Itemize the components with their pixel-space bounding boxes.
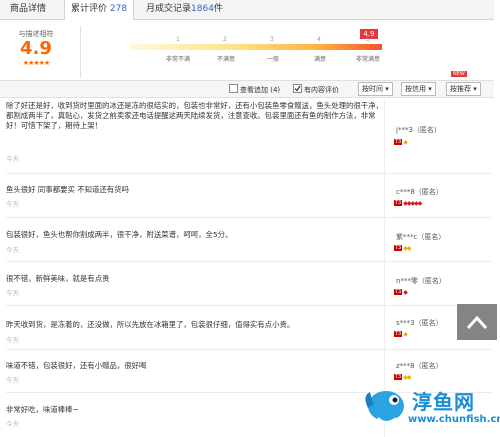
tick-5: 5 [366, 36, 370, 43]
diamond-icon: ◆◆◆◆◆ [403, 200, 422, 207]
tab-reviews[interactable]: 累计评价 278 [64, 0, 135, 20]
star-icons: ★★★★★ [22, 59, 50, 67]
sales-unit: 件 [213, 4, 223, 14]
reviewer-level: T3 ◆◆◆◆◆ [394, 198, 422, 207]
reviewer-level: T3 ◆ [394, 287, 408, 296]
tick-2: 2 [223, 36, 227, 43]
review-separator [6, 305, 492, 306]
rating-bar: 4.9 1 2 3 4 5 非常不满 不满意 一般 满意 非常满意 [130, 29, 382, 72]
rating-score: 4.9 [20, 38, 52, 59]
review-tabs: 商品详情 累计评价 278 月成交记录1864件 [0, 0, 494, 20]
crown-icon: ◆◆ [403, 245, 411, 252]
tick-label: 非常满意 [355, 56, 380, 63]
review-separator [6, 349, 492, 350]
tick-label: 满意 [313, 56, 326, 63]
review-text: 包装很好，鱼头也帮你割成两半，很干净，附送菜谱，呵呵，全5分。 [6, 230, 233, 239]
checkbox-label: 有内容评价 [304, 86, 339, 94]
reviewer-name[interactable]: c***8（匿名） [396, 187, 443, 197]
tab-label: 累计评价 [71, 4, 108, 14]
reviewer-name[interactable]: 紫***c（匿名） [396, 232, 445, 242]
has-content-checkbox[interactable]: 有内容评价 [293, 84, 339, 95]
back-to-top-button[interactable] [457, 304, 497, 340]
review-text: 很不错，新鲜美味，就是有点贵 [6, 274, 110, 283]
tick-1: 1 [176, 36, 180, 43]
review-count: 278 [109, 4, 128, 14]
diamond-icon: ◆ [403, 289, 408, 296]
watermark-title: 淳鱼网 [412, 390, 475, 414]
review-separator [6, 261, 492, 262]
level-tag: T3 [394, 244, 403, 251]
checkbox-label: 查看追加 (4) [240, 86, 281, 94]
tick-3: 3 [270, 36, 274, 43]
reviewer-name[interactable]: s***3（匿名） [396, 318, 443, 328]
level-tag: T3 [394, 138, 403, 145]
crown-icon: ◆ [403, 331, 408, 338]
sort-by-recommend-button[interactable]: 按推荐 ▾ [446, 82, 481, 96]
new-badge: NEW [451, 71, 467, 77]
tick-4: 4 [317, 36, 321, 43]
review-date: 今天 [6, 336, 19, 344]
level-tag: T3 [394, 288, 403, 295]
tick-label: 非常不满 [165, 56, 190, 63]
site-watermark: 淳鱼网 www.chunfish.cn [360, 380, 500, 436]
crown-icon: ◆ [403, 139, 408, 146]
review-text: 鱼头很好 同事都要买 不知道还有货吗 [6, 185, 129, 194]
reviewer-level: T3 ◆◆ [394, 243, 412, 252]
level-tag: T3 [394, 199, 403, 206]
reviewer-name[interactable]: n***零（匿名） [396, 276, 446, 286]
review-text: 除了好还是好，收到货时里面的冰还是冻的很结实的，包装也非常好，还有小包装鱼零食赠… [6, 101, 383, 130]
watermark-url: www.chunfish.cn [408, 414, 500, 425]
review-separator [6, 217, 492, 218]
review-filter-bar: 查看追加 (4) 有内容评价 按时间 ▾ 按信用 ▾ 按推荐 ▾ NEW [0, 71, 494, 98]
sales-count: 1864 [191, 4, 214, 14]
divider [80, 26, 81, 78]
review-text: 味道不错，包装很好，还有小赠品，很好喝 [6, 361, 147, 370]
level-tag: T3 [394, 330, 403, 337]
review-date: 今天 [6, 289, 19, 297]
reviewer-level: T3 ◆ [394, 137, 408, 146]
chevron-up-icon [466, 315, 488, 330]
sort-by-time-button[interactable]: 按时间 ▾ [358, 82, 393, 96]
reviewer-name[interactable]: j***3（匿名） [396, 125, 441, 135]
tab-label: 月成交记录 [146, 4, 192, 14]
tab-label: 商品详情 [10, 4, 47, 14]
sort-by-credit-button[interactable]: 按信用 ▾ [401, 82, 436, 96]
tab-product-details[interactable]: 商品详情 [4, 0, 52, 19]
tick-label: 不满意 [216, 56, 235, 63]
review-date: 今天 [6, 376, 19, 384]
review-separator [6, 173, 492, 174]
reviewer-level: T3 ◆ [394, 329, 408, 338]
tab-monthly-sales[interactable]: 月成交记录1864件 [140, 0, 229, 19]
level-tag: T3 [394, 373, 403, 380]
review-date: 今天 [6, 246, 19, 254]
review-date: 今天 [6, 155, 19, 163]
fish-logo-icon [365, 391, 404, 423]
checkbox-checked-icon [293, 84, 302, 93]
rating-summary: 与描述相符 4.9 ★★★★★ [6, 27, 66, 75]
rating-gradient-bar [130, 44, 382, 50]
review-date: 今天 [6, 200, 19, 208]
tick-label: 一般 [266, 56, 279, 63]
reviewer-name[interactable]: z***8（匿名） [396, 361, 443, 371]
review-date: 今天 [6, 420, 19, 428]
checkbox-icon [229, 84, 238, 93]
review-text: 昨天收到货，是冻着的，还没做，所以先放在冰箱里了，包装很仔细，值得实有点小贵。 [6, 320, 295, 329]
review-text: 非常好吃，味道棒棒~ [6, 405, 79, 414]
follow-up-checkbox[interactable]: 查看追加 (4) [229, 84, 280, 95]
